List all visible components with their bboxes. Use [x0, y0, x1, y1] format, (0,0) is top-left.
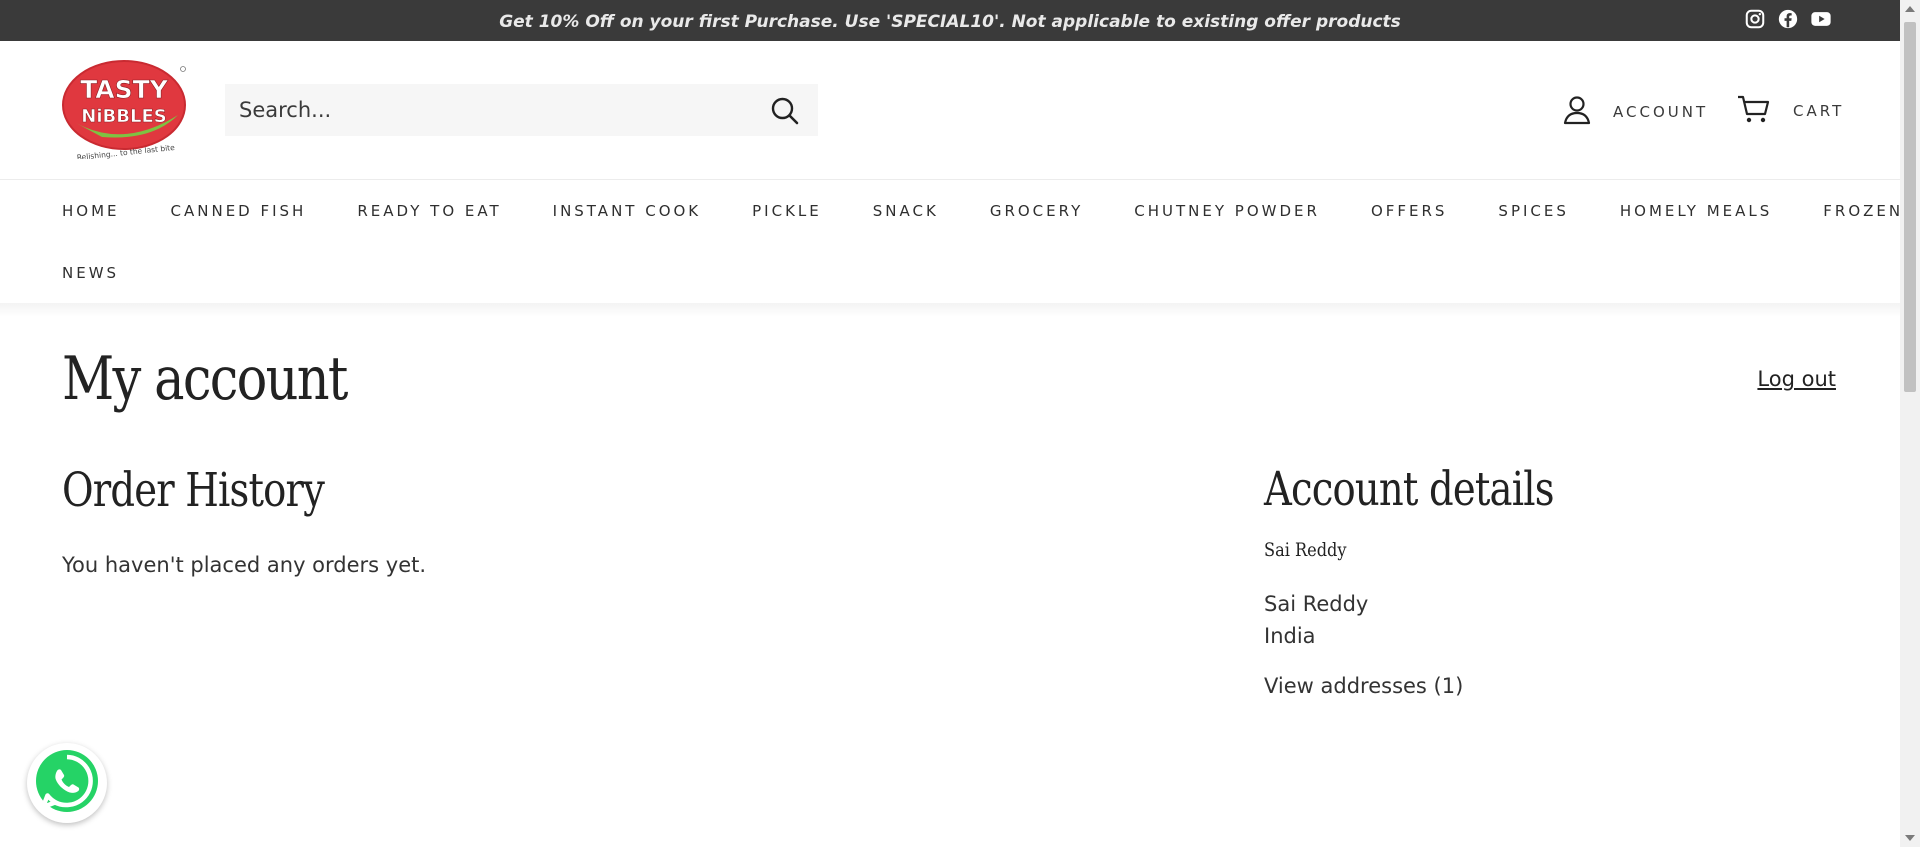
scroll-down-arrow[interactable]: [1905, 835, 1915, 841]
customer-name-heading: Sai Reddy: [1264, 539, 1347, 561]
announcement-bar: Get 10% Off on your first Purchase. Use …: [0, 0, 1900, 41]
nav-instant-cook[interactable]: INSTANT COOK: [553, 202, 702, 220]
page-title: My account: [62, 344, 348, 414]
search-bar: [225, 84, 818, 136]
whatsapp-chat-button[interactable]: [27, 743, 107, 823]
instagram-icon[interactable]: [1744, 8, 1766, 30]
no-orders-message: You haven't placed any orders yet.: [62, 553, 427, 577]
whatsapp-icon: [36, 750, 98, 812]
nav-home[interactable]: HOME: [62, 202, 120, 220]
nav-news[interactable]: NEWS: [62, 264, 119, 282]
nav-chutney-powder[interactable]: CHUTNEY POWDER: [1134, 202, 1320, 220]
nav-offers[interactable]: OFFERS: [1371, 202, 1447, 220]
account-details-heading: Account details: [1264, 462, 1554, 517]
cart-link[interactable]: CART: [1737, 94, 1844, 128]
nav-frozen[interactable]: FROZEN: [1823, 202, 1903, 220]
nav-row-1: HOME CANNED FISH READY TO EAT INSTANT CO…: [62, 180, 1900, 242]
view-addresses-link[interactable]: View addresses (1): [1264, 674, 1463, 698]
main-navigation: HOME CANNED FISH READY TO EAT INSTANT CO…: [62, 180, 1900, 304]
site-header: TASTY NiBBLES Relishing... to the last b…: [0, 41, 1900, 180]
search-icon[interactable]: [770, 96, 800, 126]
cart-label: CART: [1793, 102, 1845, 120]
nav-spices[interactable]: SPICES: [1498, 202, 1568, 220]
user-icon: [1563, 95, 1591, 129]
announcement-text: Get 10% Off on your first Purchase. Use …: [499, 11, 1401, 32]
address-country: India: [1264, 624, 1316, 648]
nav-homely-meals[interactable]: HOMELY MEALS: [1620, 202, 1772, 220]
page-scrollbar[interactable]: [1900, 0, 1920, 847]
logout-link[interactable]: Log out: [1757, 367, 1836, 391]
svg-text:NiBBLES: NiBBLES: [81, 106, 166, 127]
youtube-icon[interactable]: [1810, 8, 1832, 30]
account-label: ACCOUNT: [1613, 103, 1709, 121]
order-history-heading: Order History: [62, 463, 325, 518]
header-shadow: [0, 303, 1900, 317]
tasty-nibbles-logo[interactable]: TASTY NiBBLES Relishing... to the last b…: [62, 59, 190, 162]
facebook-icon[interactable]: [1777, 8, 1799, 30]
nav-row-2: NEWS: [62, 242, 1862, 304]
account-link[interactable]: ACCOUNT: [1563, 95, 1708, 129]
svg-text:TASTY: TASTY: [80, 75, 169, 104]
social-links: [1744, 8, 1832, 30]
cart-icon: [1737, 94, 1771, 128]
nav-canned-fish[interactable]: CANNED FISH: [171, 202, 307, 220]
nav-pickle[interactable]: PICKLE: [752, 202, 822, 220]
scrollbar-thumb[interactable]: [1904, 22, 1916, 392]
nav-snack[interactable]: SNACK: [873, 202, 939, 220]
address-name: Sai Reddy: [1264, 592, 1369, 616]
search-input[interactable]: [237, 97, 761, 123]
scroll-up-arrow[interactable]: [1905, 6, 1915, 12]
nav-grocery[interactable]: GROCERY: [990, 202, 1083, 220]
nav-ready-to-eat[interactable]: READY TO EAT: [357, 202, 501, 220]
